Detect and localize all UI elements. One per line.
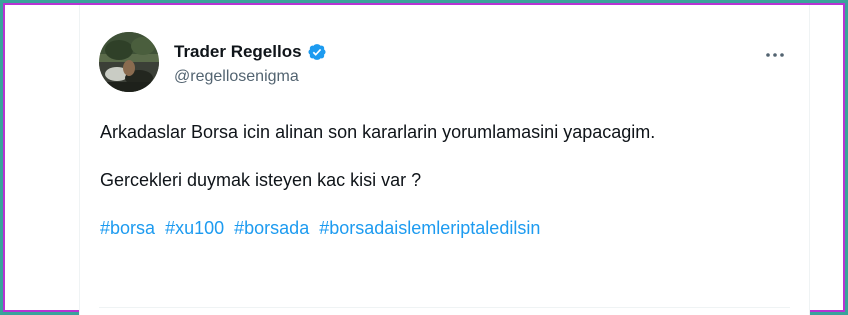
- author-avatar[interactable]: [99, 32, 159, 92]
- hashtag-link[interactable]: #xu100: [165, 218, 224, 238]
- profile-photo: [99, 32, 159, 92]
- tweet-divider: [99, 307, 790, 308]
- tweet-text-line: Arkadaslar Borsa icin alinan son kararla…: [100, 122, 656, 142]
- hashtag-link[interactable]: #borsa: [100, 218, 155, 238]
- hashtag-link[interactable]: #borsadaislemleriptaledilsin: [319, 218, 540, 238]
- tweet-hashtags: #borsa #xu100 #borsada #borsadaislemleri…: [100, 218, 540, 239]
- verified-badge-icon: [307, 42, 327, 62]
- author-display-name[interactable]: Trader Regellos: [174, 42, 302, 62]
- tweet-card[interactable]: Trader Regellos @regellosenigma Arkadasl…: [79, 5, 810, 315]
- tweet-text-line: Gercekleri duymak isteyen kac kisi var ?: [100, 170, 422, 190]
- author-handle[interactable]: @regellosenigma: [174, 68, 299, 86]
- hashtag-link[interactable]: #borsada: [234, 218, 309, 238]
- author-name-row: Trader Regellos: [174, 42, 327, 62]
- more-options-icon[interactable]: [763, 43, 787, 67]
